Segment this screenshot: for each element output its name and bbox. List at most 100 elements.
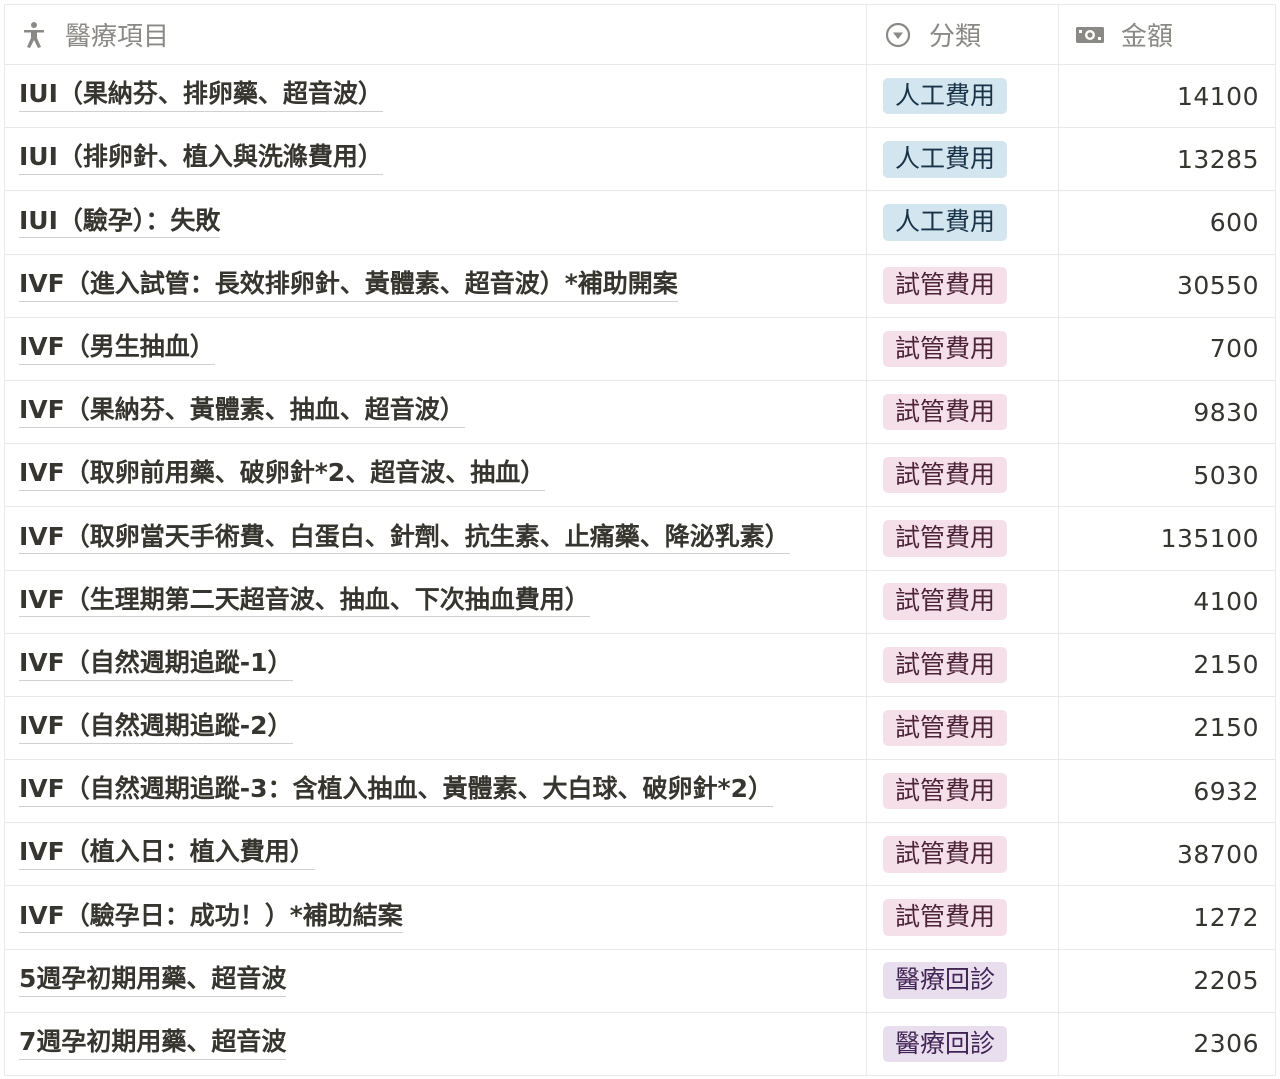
category-tag: 試管費用 bbox=[883, 520, 1008, 557]
item-name[interactable]: IVF（男生抽血） bbox=[19, 332, 215, 365]
category-tag: 試管費用 bbox=[883, 583, 1008, 620]
table-row[interactable]: IVF（取卵當天手術費、白蛋白、針劑、抗生素、止痛藥、降泌乳素） 試管費用 1351… bbox=[5, 507, 1275, 571]
category-cell[interactable]: 試管費用 bbox=[867, 886, 1059, 949]
category-cell[interactable]: 人工費用 bbox=[867, 191, 1059, 254]
amount-value: 2150 bbox=[1193, 713, 1259, 743]
table-row[interactable]: IVF（植入日：植入費用） 試管費用 38700 bbox=[5, 823, 1275, 887]
category-cell[interactable]: 人工費用 bbox=[867, 65, 1059, 128]
item-name[interactable]: IVF（自然週期追蹤-2） bbox=[19, 711, 293, 744]
table-row[interactable]: IVF（驗孕日：成功！）*補助結案 試管費用 1272 bbox=[5, 886, 1275, 950]
amount-cell[interactable]: 4100 bbox=[1059, 571, 1275, 633]
table-row[interactable]: 7週孕初期用藥、超音波 醫療回診 2306 bbox=[5, 1012, 1275, 1076]
item-cell[interactable]: IVF（取卵前用藥、破卵針*2、超音波、抽血） bbox=[5, 444, 867, 507]
item-cell[interactable]: IUI（果納芬、排卵藥、超音波） bbox=[5, 65, 867, 128]
table-row[interactable]: IVF（自然週期追蹤-2） 試管費用 2150 bbox=[5, 696, 1275, 761]
item-name[interactable]: IVF（進入試管：長效排卵針、黃體素、超音波）*補助開案 bbox=[19, 269, 678, 302]
item-cell[interactable]: IVF（進入試管：長效排卵針、黃體素、超音波）*補助開案 bbox=[5, 254, 867, 317]
table-row[interactable]: IVF（進入試管：長效排卵針、黃體素、超音波）*補助開案 試管費用 30550 bbox=[5, 254, 1275, 318]
item-name[interactable]: IVF（生理期第二天超音波、抽血、下次抽血費用） bbox=[19, 585, 590, 618]
item-cell[interactable]: IVF（男生抽血） bbox=[5, 317, 867, 380]
amount-cell[interactable]: 38700 bbox=[1059, 823, 1275, 885]
table-row[interactable]: IVF（果納芬、黃體素、抽血、超音波） 試管費用 9830 bbox=[5, 380, 1275, 445]
category-cell[interactable]: 試管費用 bbox=[867, 570, 1059, 633]
table-row[interactable]: IUI（驗孕）：失敗 人工費用 600 bbox=[5, 191, 1275, 255]
category-cell[interactable]: 試管費用 bbox=[867, 696, 1059, 760]
amount-cell[interactable]: 2150 bbox=[1059, 634, 1275, 696]
category-cell[interactable]: 試管費用 bbox=[867, 254, 1059, 317]
item-name[interactable]: IVF（果納芬、黃體素、抽血、超音波） bbox=[19, 395, 465, 428]
category-tag: 醫療回診 bbox=[883, 962, 1008, 999]
item-name[interactable]: IVF（植入日：植入費用） bbox=[19, 838, 315, 871]
amount-value: 9830 bbox=[1193, 397, 1259, 427]
header-amount[interactable]: 金額 bbox=[1059, 5, 1275, 64]
table-row[interactable]: IVF（取卵前用藥、破卵針*2、超音波、抽血） 試管費用 5030 bbox=[5, 444, 1275, 508]
amount-cell[interactable]: 30550 bbox=[1059, 255, 1275, 317]
item-name[interactable]: IUI（果納芬、排卵藥、超音波） bbox=[19, 79, 383, 112]
amount-value: 2150 bbox=[1193, 650, 1259, 680]
category-cell[interactable]: 醫療回診 bbox=[867, 1012, 1059, 1075]
amount-cell[interactable]: 2150 bbox=[1059, 697, 1275, 759]
select-icon bbox=[883, 20, 913, 50]
category-tag: 試管費用 bbox=[883, 772, 1008, 810]
item-cell[interactable]: IUI（排卵針、植入與洗滌費用） bbox=[5, 128, 867, 191]
amount-value: 700 bbox=[1209, 334, 1259, 364]
category-cell[interactable]: 試管費用 bbox=[867, 760, 1059, 823]
header-amount-label: 金額 bbox=[1121, 22, 1174, 52]
amount-cell[interactable]: 6932 bbox=[1059, 760, 1275, 822]
amount-cell[interactable]: 5030 bbox=[1059, 444, 1275, 506]
item-name[interactable]: 5週孕初期用藥、超音波 bbox=[19, 964, 287, 997]
item-cell[interactable]: IVF（驗孕日：成功！）*補助結案 bbox=[5, 886, 867, 949]
item-cell[interactable]: IVF（自然週期追蹤-3：含植入抽血、黃體素、大白球、破卵針*2） bbox=[5, 760, 867, 823]
item-name[interactable]: IVF（自然週期追蹤-3：含植入抽血、黃體素、大白球、破卵針*2） bbox=[19, 775, 773, 808]
table-row[interactable]: IVF（自然週期追蹤-1） 試管費用 2150 bbox=[5, 633, 1275, 697]
amount-cell[interactable]: 13285 bbox=[1059, 128, 1275, 190]
amount-value: 13285 bbox=[1176, 144, 1259, 174]
amount-cell[interactable]: 2306 bbox=[1059, 1013, 1275, 1075]
item-name[interactable]: IVF（自然週期追蹤-1） bbox=[19, 648, 293, 681]
amount-value: 2205 bbox=[1193, 966, 1259, 996]
item-name[interactable]: IUI（排卵針、植入與洗滌費用） bbox=[19, 143, 383, 176]
item-cell[interactable]: IVF（果納芬、黃體素、抽血、超音波） bbox=[5, 380, 867, 444]
item-cell[interactable]: 7週孕初期用藥、超音波 bbox=[5, 1012, 867, 1075]
item-name[interactable]: IVF（驗孕日：成功！）*補助結案 bbox=[19, 901, 403, 934]
amount-cell[interactable]: 700 bbox=[1059, 318, 1275, 380]
item-cell[interactable]: IVF（植入日：植入費用） bbox=[5, 823, 867, 886]
table-row[interactable]: IUI（果納芬、排卵藥、超音波） 人工費用 14100 bbox=[5, 65, 1275, 129]
amount-cell[interactable]: 14100 bbox=[1059, 65, 1275, 127]
amount-cell[interactable]: 600 bbox=[1059, 191, 1275, 253]
amount-cell[interactable]: 2205 bbox=[1059, 950, 1275, 1012]
table-row[interactable]: IUI（排卵針、植入與洗滌費用） 人工費用 13285 bbox=[5, 128, 1275, 192]
amount-value: 4100 bbox=[1193, 587, 1259, 617]
table-body: IUI（果納芬、排卵藥、超音波） 人工費用 14100 IUI（排卵針、植入與洗滌費用… bbox=[5, 65, 1275, 1076]
category-cell[interactable]: 試管費用 bbox=[867, 823, 1059, 886]
money-icon bbox=[1075, 20, 1105, 50]
header-item[interactable]: 醫療項目 bbox=[5, 5, 867, 64]
expense-table: 醫療項目 分類 金額 IUI（果納芬、排卵藥、超音波） 人工費用 14100 I… bbox=[4, 4, 1276, 1076]
table-row[interactable]: IVF（男生抽血） 試管費用 700 bbox=[5, 317, 1275, 381]
amount-cell[interactable]: 1272 bbox=[1059, 886, 1275, 948]
item-cell[interactable]: 5週孕初期用藥、超音波 bbox=[5, 949, 867, 1012]
item-name[interactable]: IUI（驗孕）：失敗 bbox=[19, 206, 221, 239]
category-cell[interactable]: 試管費用 bbox=[867, 633, 1059, 696]
category-cell[interactable]: 人工費用 bbox=[867, 128, 1059, 191]
item-name[interactable]: 7週孕初期用藥、超音波 bbox=[19, 1027, 287, 1060]
item-cell[interactable]: IUI（驗孕）：失敗 bbox=[5, 191, 867, 254]
item-name[interactable]: IVF（取卵當天手術費、白蛋白、針劑、抗生素、止痛藥、降泌乳素） bbox=[19, 522, 790, 555]
table-row[interactable]: IVF（自然週期追蹤-3：含植入抽血、黃體素、大白球、破卵針*2） 試管費用 693… bbox=[5, 760, 1275, 824]
category-cell[interactable]: 試管費用 bbox=[867, 507, 1059, 570]
category-cell[interactable]: 醫療回診 bbox=[867, 949, 1059, 1012]
amount-cell[interactable]: 9830 bbox=[1059, 381, 1275, 443]
header-category[interactable]: 分類 bbox=[867, 5, 1059, 64]
item-name[interactable]: IVF（取卵前用藥、破卵針*2、超音波、抽血） bbox=[19, 459, 546, 492]
category-cell[interactable]: 試管費用 bbox=[867, 317, 1059, 380]
item-cell[interactable]: IVF（取卵當天手術費、白蛋白、針劑、抗生素、止痛藥、降泌乳素） bbox=[5, 507, 867, 570]
table-row[interactable]: IVF（生理期第二天超音波、抽血、下次抽血費用） 試管費用 4100 bbox=[5, 570, 1275, 634]
amount-value: 6932 bbox=[1193, 776, 1259, 806]
amount-cell[interactable]: 135100 bbox=[1059, 507, 1275, 569]
category-cell[interactable]: 試管費用 bbox=[867, 444, 1059, 507]
category-cell[interactable]: 試管費用 bbox=[867, 380, 1059, 444]
item-cell[interactable]: IVF（自然週期追蹤-2） bbox=[5, 696, 867, 760]
item-cell[interactable]: IVF（自然週期追蹤-1） bbox=[5, 633, 867, 696]
table-row[interactable]: 5週孕初期用藥、超音波 醫療回診 2205 bbox=[5, 949, 1275, 1013]
item-cell[interactable]: IVF（生理期第二天超音波、抽血、下次抽血費用） bbox=[5, 570, 867, 633]
